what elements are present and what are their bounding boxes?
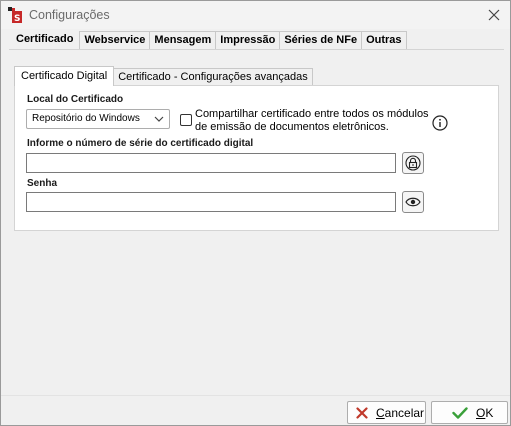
cancel-button[interactable]: Cancelar — [347, 401, 426, 424]
eye-icon — [405, 197, 421, 207]
location-select[interactable]: Repositório do Windows — [26, 109, 170, 129]
location-select-value: Repositório do Windows — [32, 113, 140, 124]
password-input[interactable] — [26, 192, 396, 212]
window-title: Configurações — [29, 8, 110, 22]
password-label: Senha — [27, 178, 58, 189]
chevron-down-icon — [154, 116, 164, 122]
tab-series-nfe[interactable]: Séries de NFe — [279, 31, 363, 49]
tab-impressao[interactable]: Impressão — [215, 31, 281, 49]
tab-webservice[interactable]: Webservice — [79, 31, 151, 49]
tab-outras[interactable]: Outras — [361, 31, 407, 49]
tab-certificado-digital[interactable]: Certificado Digital — [14, 66, 115, 86]
ok-button[interactable]: OK — [431, 401, 508, 424]
configuracoes-dialog: S Configurações Certificado Webservice M… — [0, 0, 511, 426]
lock-search-icon — [405, 155, 421, 171]
tab-certificado[interactable]: Certificado — [9, 29, 81, 49]
info-icon[interactable] — [432, 115, 448, 131]
close-icon — [488, 9, 500, 21]
app-logo-icon: S — [8, 7, 22, 23]
cancel-label: Cancelar — [376, 405, 425, 420]
location-label: Local do Certificado — [27, 94, 124, 105]
ok-label: OK — [476, 405, 494, 420]
close-button[interactable] — [484, 5, 504, 25]
title-bar: S Configurações — [1, 1, 510, 29]
svg-text:S: S — [14, 14, 20, 23]
show-password-button[interactable] — [402, 191, 424, 213]
sub-tab-bar: Certificado Digital Certificado - Config… — [14, 66, 313, 86]
share-certificate-label: Compartilhar certificado entre todos os … — [195, 108, 429, 133]
select-certificate-button[interactable] — [402, 152, 424, 174]
main-tab-bar: Certificado Webservice Mensagem Impressã… — [9, 29, 407, 49]
serial-number-input[interactable] — [26, 153, 396, 173]
cancel-x-icon — [356, 406, 368, 419]
checkmark-icon — [452, 406, 468, 419]
share-certificate-checkbox[interactable] — [180, 114, 192, 126]
tab-certificado-avancadas[interactable]: Certificado - Configurações avançadas — [113, 68, 313, 86]
tab-mensagem[interactable]: Mensagem — [149, 31, 217, 49]
serial-label: Informe o número de série do certificado… — [27, 138, 254, 149]
footer-separator — [1, 395, 510, 396]
